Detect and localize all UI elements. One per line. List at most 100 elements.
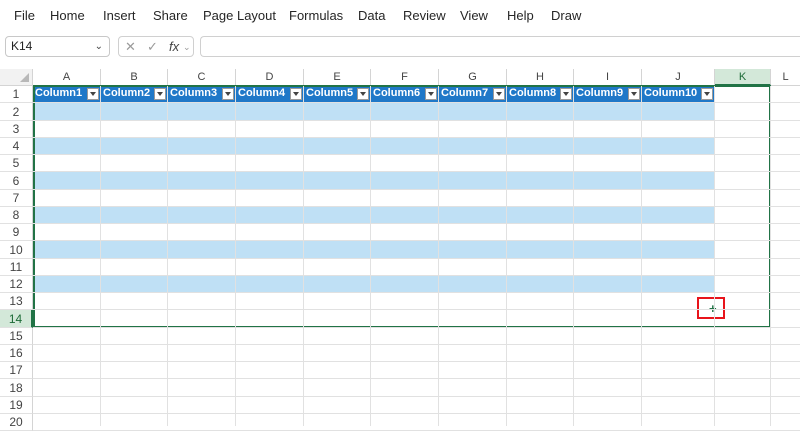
ribbon-menu: File Home Insert Share Page Layout Formu… bbox=[0, 0, 800, 33]
menu-draw[interactable]: Draw bbox=[551, 8, 581, 23]
row-header-10[interactable]: 10 bbox=[0, 241, 33, 259]
gridline-horizontal bbox=[33, 137, 800, 138]
table-header-cell[interactable]: Column2 bbox=[101, 86, 168, 103]
table-header-cell[interactable]: Column6 bbox=[371, 86, 439, 103]
column-header-h[interactable]: H bbox=[507, 69, 574, 86]
row-header-15[interactable]: 15 bbox=[0, 328, 33, 345]
row-header-18[interactable]: 18 bbox=[0, 379, 33, 397]
row-header-9[interactable]: 9 bbox=[0, 224, 33, 241]
row-header-8[interactable]: 8 bbox=[0, 207, 33, 224]
row-header-7[interactable]: 7 bbox=[0, 190, 33, 207]
column-header-b[interactable]: B bbox=[101, 69, 168, 86]
filter-dropdown-icon[interactable] bbox=[87, 88, 99, 100]
table-band-row bbox=[33, 207, 715, 224]
menu-data[interactable]: Data bbox=[358, 8, 385, 23]
table-header-cell[interactable]: Column8 bbox=[507, 86, 574, 103]
name-box[interactable]: K14 ⌄ bbox=[5, 36, 110, 57]
row-header-13[interactable]: 13 bbox=[0, 293, 33, 310]
row-header-3[interactable]: 3 bbox=[0, 121, 33, 138]
table-header-label: Column3 bbox=[170, 87, 218, 99]
row-header-5[interactable]: 5 bbox=[0, 155, 33, 172]
row-header-6[interactable]: 6 bbox=[0, 172, 33, 190]
table-band-row bbox=[33, 138, 715, 155]
column-header-a[interactable]: A bbox=[33, 69, 101, 86]
table-header-label: Column6 bbox=[373, 87, 421, 99]
table-header-cell[interactable]: Column3 bbox=[168, 86, 236, 103]
filter-dropdown-icon[interactable] bbox=[222, 88, 234, 100]
row-header-12[interactable]: 12 bbox=[0, 276, 33, 293]
row-header-14[interactable]: 14 bbox=[0, 310, 33, 328]
formula-input[interactable] bbox=[200, 36, 800, 57]
menu-share[interactable]: Share bbox=[153, 8, 188, 23]
menu-view[interactable]: View bbox=[460, 8, 488, 23]
row-header-11[interactable]: 11 bbox=[0, 259, 33, 276]
filter-dropdown-icon[interactable] bbox=[357, 88, 369, 100]
cancel-icon[interactable]: ✕ bbox=[125, 39, 136, 55]
gridline-horizontal bbox=[33, 344, 800, 345]
gridline-horizontal bbox=[33, 378, 800, 379]
table-header-cell[interactable]: Column5 bbox=[304, 86, 371, 103]
gridline-horizontal bbox=[33, 396, 800, 397]
gridline-vertical bbox=[641, 86, 642, 426]
menu-insert[interactable]: Insert bbox=[103, 8, 136, 23]
table-header-cell[interactable]: Column4 bbox=[236, 86, 304, 103]
row-header-4[interactable]: 4 bbox=[0, 138, 33, 155]
gridline-horizontal bbox=[33, 258, 800, 259]
fx-chevron-icon[interactable]: ⌄ bbox=[183, 42, 191, 53]
table-header-cell[interactable]: Column1 bbox=[33, 86, 101, 103]
column-header-e[interactable]: E bbox=[304, 69, 371, 86]
column-header-f[interactable]: F bbox=[371, 69, 439, 86]
filter-dropdown-icon[interactable] bbox=[560, 88, 572, 100]
table-header-label: Column2 bbox=[103, 87, 151, 99]
table-header-label: Column4 bbox=[238, 87, 286, 99]
gridline-vertical bbox=[100, 86, 101, 426]
filter-dropdown-icon[interactable] bbox=[493, 88, 505, 100]
gridline-horizontal bbox=[33, 206, 800, 207]
column-header-i[interactable]: I bbox=[574, 69, 642, 86]
gridline-horizontal bbox=[33, 154, 800, 155]
gridline-horizontal bbox=[33, 309, 800, 310]
row-header-1[interactable]: 1 bbox=[0, 86, 33, 103]
table-band-row bbox=[33, 172, 715, 189]
column-header-k[interactable]: K bbox=[715, 69, 771, 86]
table-header-label: Column8 bbox=[509, 87, 557, 99]
column-header-g[interactable]: G bbox=[439, 69, 507, 86]
insert-function-icon[interactable]: fx bbox=[169, 39, 179, 54]
column-header-j[interactable]: J bbox=[642, 69, 715, 86]
menu-file[interactable]: File bbox=[14, 8, 35, 23]
table-header-cell[interactable]: Column9 bbox=[574, 86, 642, 103]
row-header-17[interactable]: 17 bbox=[0, 362, 33, 379]
menu-review[interactable]: Review bbox=[403, 8, 446, 23]
row-header-16[interactable]: 16 bbox=[0, 345, 33, 362]
column-header-c[interactable]: C bbox=[168, 69, 236, 86]
filter-dropdown-icon[interactable] bbox=[628, 88, 640, 100]
column-header-d[interactable]: D bbox=[236, 69, 304, 86]
worksheet-grid[interactable]: A B C D E F G H I J K L Column1 Column2 … bbox=[0, 69, 800, 431]
table-header-row: Column1 Column2 Column3 Column4 Column5 … bbox=[33, 86, 715, 103]
gridline-horizontal bbox=[33, 189, 800, 190]
filter-dropdown-icon[interactable] bbox=[701, 88, 713, 100]
menu-home[interactable]: Home bbox=[50, 8, 85, 23]
menu-page-layout[interactable]: Page Layout bbox=[203, 8, 276, 23]
table-header-cell[interactable]: Column10 bbox=[642, 86, 715, 103]
filter-dropdown-icon[interactable] bbox=[154, 88, 166, 100]
select-all-button[interactable] bbox=[0, 69, 33, 86]
filter-dropdown-icon[interactable] bbox=[425, 88, 437, 100]
menu-formulas[interactable]: Formulas bbox=[289, 8, 343, 23]
table-band-row bbox=[33, 103, 715, 120]
filter-dropdown-icon[interactable] bbox=[290, 88, 302, 100]
table-header-label: Column1 bbox=[35, 87, 83, 99]
column-header-l[interactable]: L bbox=[771, 69, 800, 86]
gridline-horizontal bbox=[33, 240, 800, 241]
row-header-19[interactable]: 19 bbox=[0, 397, 33, 414]
table-header-label: Column9 bbox=[576, 87, 624, 99]
row-header-20[interactable]: 20 bbox=[0, 414, 33, 431]
gridline-vertical bbox=[303, 86, 304, 426]
table-header-cell[interactable]: Column7 bbox=[439, 86, 507, 103]
menu-help[interactable]: Help bbox=[507, 8, 534, 23]
gridline-horizontal bbox=[33, 275, 800, 276]
formula-bar: K14 ⌄ ✕ ✓ fx ⌄ bbox=[0, 33, 800, 61]
row-header-2[interactable]: 2 bbox=[0, 103, 33, 121]
enter-icon[interactable]: ✓ bbox=[147, 39, 158, 55]
chevron-down-icon[interactable]: ⌄ bbox=[95, 37, 103, 56]
